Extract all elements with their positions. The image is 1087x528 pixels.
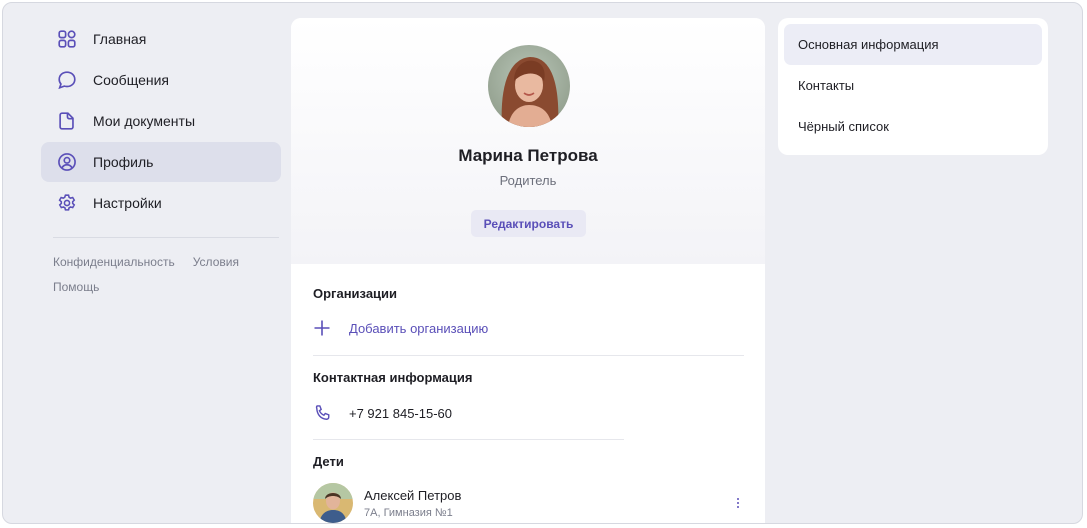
user-circle-icon — [55, 150, 79, 174]
gear-icon — [55, 191, 79, 215]
plus-icon — [313, 319, 331, 337]
add-organization-label: Добавить организацию — [349, 320, 489, 336]
document-icon — [55, 109, 79, 133]
avatar — [488, 45, 570, 127]
sidebar-item-profile[interactable]: Профиль — [41, 142, 281, 182]
profile-card: Марина Петрова Родитель Редактировать Ор… — [291, 18, 765, 523]
organizations-title: Организации — [313, 286, 398, 301]
profile-name: Марина Петрова — [458, 146, 598, 165]
help-link[interactable]: Помощь — [53, 280, 99, 294]
terms-link[interactable]: Условия — [193, 255, 239, 269]
child-list-item[interactable]: Алексей Петров 7А, Гимназия №1 — [313, 483, 765, 523]
organizations-section: Организации Добавить организацию — [291, 264, 765, 356]
sidebar-divider — [53, 237, 279, 238]
child-avatar — [313, 483, 353, 523]
sidebar-item-messages[interactable]: Сообщения — [41, 60, 281, 100]
profile-header: Марина Петрова Родитель Редактировать — [291, 18, 765, 264]
add-organization-button[interactable]: Добавить организацию — [313, 319, 765, 337]
edit-profile-button[interactable]: Редактировать — [471, 210, 586, 237]
child-name: Алексей Петров — [364, 487, 462, 503]
privacy-link[interactable]: Конфиденциальность — [53, 255, 175, 269]
sidebar-item-label: Главная — [93, 31, 147, 47]
child-info: Алексей Петров 7А, Гимназия №1 — [364, 488, 461, 519]
menu-item-contacts[interactable]: Контакты — [784, 65, 1042, 106]
more-options-icon[interactable] — [737, 498, 741, 508]
phone-number: +7 921 845-15-60 — [349, 405, 453, 421]
sidebar: Главная Сообщения Мои документы Профиль … — [41, 19, 281, 300]
children-title: Дети — [313, 454, 344, 469]
sidebar-item-home[interactable]: Главная — [41, 19, 281, 59]
sidebar-item-label: Сообщения — [93, 72, 169, 88]
contact-section: Контактная информация +7 921 845-15-60 — [291, 356, 765, 440]
menu-item-blacklist[interactable]: Чёрный список — [784, 106, 1042, 147]
sidebar-item-label: Настройки — [93, 195, 162, 211]
profile-role: Родитель — [499, 173, 557, 188]
chat-bubble-icon — [55, 68, 79, 92]
menu-item-basic-info[interactable]: Основная информация — [784, 24, 1042, 65]
profile-sections-menu: Основная информация Контакты Чёрный спис… — [778, 18, 1048, 155]
contact-title: Контактная информация — [313, 370, 473, 385]
sidebar-footer-links: Конфиденциальность Условия Помощь — [41, 250, 281, 300]
sidebar-item-label: Мои документы — [93, 113, 196, 129]
child-details: 7А, Гимназия №1 — [364, 506, 453, 519]
sidebar-item-documents[interactable]: Мои документы — [41, 101, 281, 141]
app-window: Главная Сообщения Мои документы Профиль … — [2, 2, 1083, 524]
children-section: Дети Алексей Петров 7А, Гимназия №1 — [291, 440, 765, 523]
grid-icon — [55, 27, 79, 51]
phone-row[interactable]: +7 921 845-15-60 — [313, 403, 765, 423]
sidebar-item-settings[interactable]: Настройки — [41, 183, 281, 223]
phone-icon — [313, 403, 333, 423]
sidebar-item-label: Профиль — [93, 154, 154, 170]
